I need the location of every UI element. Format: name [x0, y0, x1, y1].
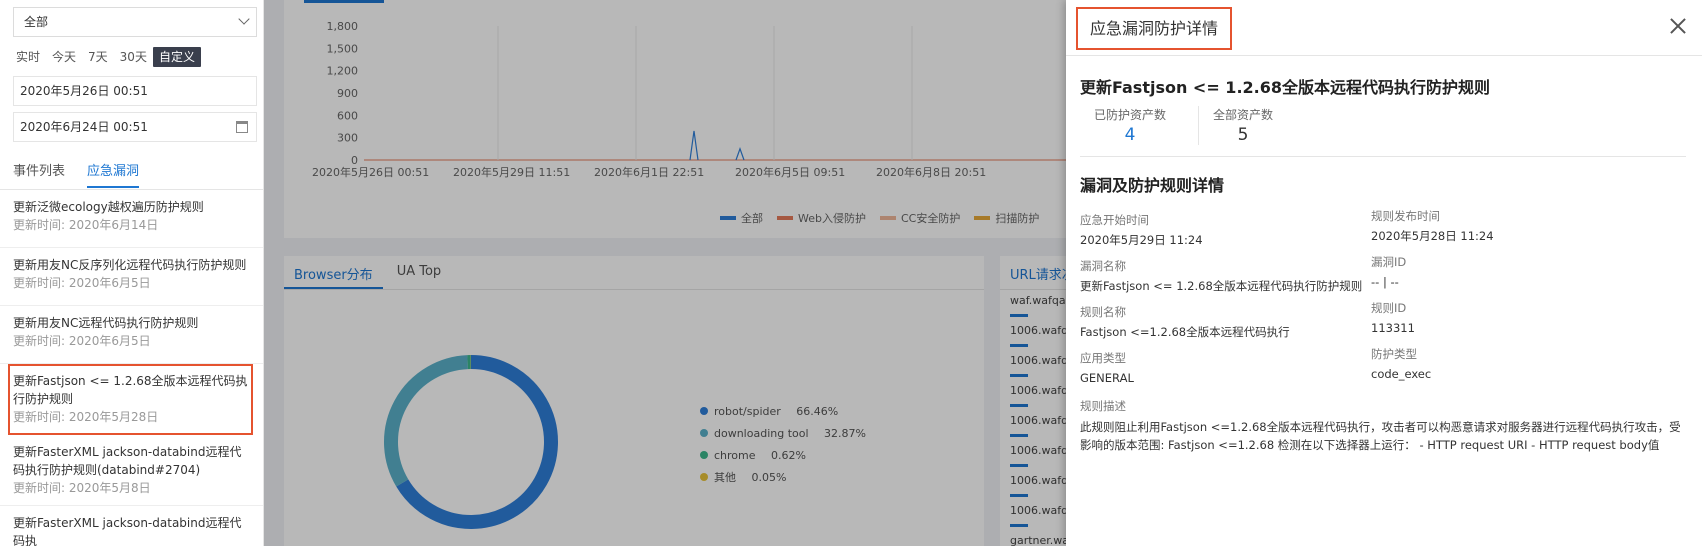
- end-date-value: 2020年6月24日 00:51: [20, 120, 148, 134]
- tab-event-list[interactable]: 事件列表: [13, 160, 65, 188]
- field-value: code_exec: [1371, 367, 1432, 381]
- start-date-field[interactable]: 2020年5月26日 00:51: [13, 76, 257, 106]
- protected-assets-stat: 已防护资产数 4: [1094, 106, 1184, 145]
- drawer-title: 应急漏洞防护详情: [1076, 7, 1233, 50]
- rule-name: 更新FasterXML jackson-databind远程代码执行防护规则(d…: [13, 445, 242, 477]
- app-type-field: 应用类型 GENERAL: [1080, 350, 1134, 386]
- tab-emergency-vuln[interactable]: 应急漏洞: [87, 160, 140, 188]
- asset-stats: 已防护资产数 4 全部资产数 5: [1094, 106, 1305, 145]
- drawer-header: 应急漏洞防护详情: [1066, 0, 1702, 56]
- close-icon[interactable]: [1668, 16, 1688, 36]
- field-value: 2020年5月28日 11:24: [1371, 229, 1494, 243]
- list-item[interactable]: 更新用友NC远程代码执行防护规则 更新时间: 2020年6月5日: [0, 306, 263, 364]
- field-value: Fastjson <=1.2.68全版本远程代码执行: [1080, 325, 1290, 339]
- field-label: 漏洞ID: [1371, 255, 1407, 269]
- rule-date: 更新时间: 2020年6月14日: [13, 218, 159, 232]
- stat-label: 已防护资产数: [1094, 108, 1167, 122]
- list-item[interactable]: 更新FasterXML jackson-databind远程代码执行防护规则(d…: [0, 435, 263, 506]
- field-label: 应用类型: [1080, 351, 1126, 365]
- list-item-selected[interactable]: 更新Fastjson <= 1.2.68全版本远程代码执行防护规则 更新时间: …: [8, 364, 253, 435]
- field-label: 规则ID: [1371, 301, 1407, 315]
- time-tab-30days[interactable]: 30天: [114, 47, 153, 67]
- scope-select[interactable]: 全部: [13, 7, 257, 37]
- field-value: 更新Fastjson <= 1.2.68全版本远程代码执行防护规则: [1080, 279, 1363, 293]
- sidebar: 全部 实时 今天 7天 30天 自定义 2020年5月26日 00:51 202…: [0, 0, 264, 546]
- rule-list: 更新泛微ecology越权遍历防护规则 更新时间: 2020年6月14日 更新用…: [0, 189, 263, 546]
- list-item[interactable]: 更新泛微ecology越权遍历防护规则 更新时间: 2020年6月14日: [0, 190, 263, 248]
- time-range-tabs: 实时 今天 7天 30天 自定义: [10, 47, 201, 67]
- time-tab-today[interactable]: 今天: [46, 47, 82, 67]
- field-label: 规则名称: [1080, 305, 1126, 319]
- start-time-field: 应急开始时间 2020年5月29日 11:24: [1080, 212, 1203, 248]
- rule-title: 更新Fastjson <= 1.2.68全版本远程代码执行防护规则: [1080, 78, 1490, 97]
- rule-name-field: 规则名称 Fastjson <=1.2.68全版本远程代码执行: [1080, 304, 1290, 340]
- section-title: 漏洞及防护规则详情: [1080, 176, 1225, 195]
- rule-name: 更新泛微ecology越权遍历防护规则: [13, 200, 204, 214]
- rule-name: 更新FasterXML jackson-databind远程代码执: [13, 516, 242, 546]
- rule-id-field: 规则ID 113311: [1371, 300, 1415, 336]
- vuln-id-field: 漏洞ID -- | --: [1371, 254, 1406, 290]
- end-date-field[interactable]: 2020年6月24日 00:51: [13, 112, 257, 142]
- field-value: 113311: [1371, 321, 1415, 335]
- stat-value[interactable]: 4: [1094, 125, 1166, 145]
- divider: [1080, 156, 1686, 157]
- list-item[interactable]: 更新FasterXML jackson-databind远程代码执: [0, 506, 263, 546]
- time-tab-realtime[interactable]: 实时: [10, 47, 46, 67]
- rule-date: 更新时间: 2020年5月8日: [13, 481, 151, 495]
- vuln-detail-drawer: 应急漏洞防护详情 更新Fastjson <= 1.2.68全版本远程代码执行防护…: [1066, 0, 1702, 546]
- rule-name: 更新用友NC反序列化远程代码执行防护规则: [13, 258, 247, 272]
- rule-description: 规则描述 此规则阻止利用Fastjson <=1.2.68全版本远程代码执行，攻…: [1080, 398, 1690, 454]
- field-value: -- | --: [1371, 275, 1399, 289]
- stat-label: 全部资产数: [1213, 108, 1274, 122]
- rule-name: 更新Fastjson <= 1.2.68全版本远程代码执行防护规则: [13, 374, 248, 406]
- rule-date: 更新时间: 2020年6月5日: [13, 276, 151, 290]
- time-tab-7days[interactable]: 7天: [82, 47, 114, 67]
- time-tab-custom[interactable]: 自定义: [152, 47, 201, 67]
- calendar-icon[interactable]: [236, 121, 248, 133]
- publish-time-field: 规则发布时间 2020年5月28日 11:24: [1371, 208, 1494, 244]
- field-value: GENERAL: [1080, 371, 1134, 385]
- protect-type-field: 防护类型 code_exec: [1371, 346, 1431, 382]
- field-value: 2020年5月29日 11:24: [1080, 233, 1203, 247]
- rule-name: 更新用友NC远程代码执行防护规则: [13, 316, 199, 330]
- field-label: 规则描述: [1080, 399, 1126, 413]
- list-item[interactable]: 更新用友NC反序列化远程代码执行防护规则 更新时间: 2020年6月5日: [0, 248, 263, 306]
- sidebar-sub-tabs: 事件列表 应急漏洞: [13, 160, 161, 188]
- total-assets-stat: 全部资产数 5: [1198, 106, 1291, 145]
- stat-value: 5: [1237, 125, 1249, 145]
- rule-date: 更新时间: 2020年6月5日: [13, 334, 151, 348]
- rule-date: 更新时间: 2020年5月28日: [13, 410, 159, 424]
- field-value: 此规则阻止利用Fastjson <=1.2.68全版本远程代码执行，攻击者可以构…: [1080, 420, 1681, 452]
- field-label: 应急开始时间: [1080, 213, 1149, 227]
- vuln-name-field: 漏洞名称 更新Fastjson <= 1.2.68全版本远程代码执行防护规则: [1080, 258, 1362, 294]
- field-label: 规则发布时间: [1371, 209, 1440, 223]
- field-label: 防护类型: [1371, 347, 1417, 361]
- field-label: 漏洞名称: [1080, 259, 1126, 273]
- chevron-down-icon: [238, 13, 250, 25]
- scope-select-value: 全部: [24, 15, 49, 29]
- start-date-value: 2020年5月26日 00:51: [20, 84, 148, 98]
